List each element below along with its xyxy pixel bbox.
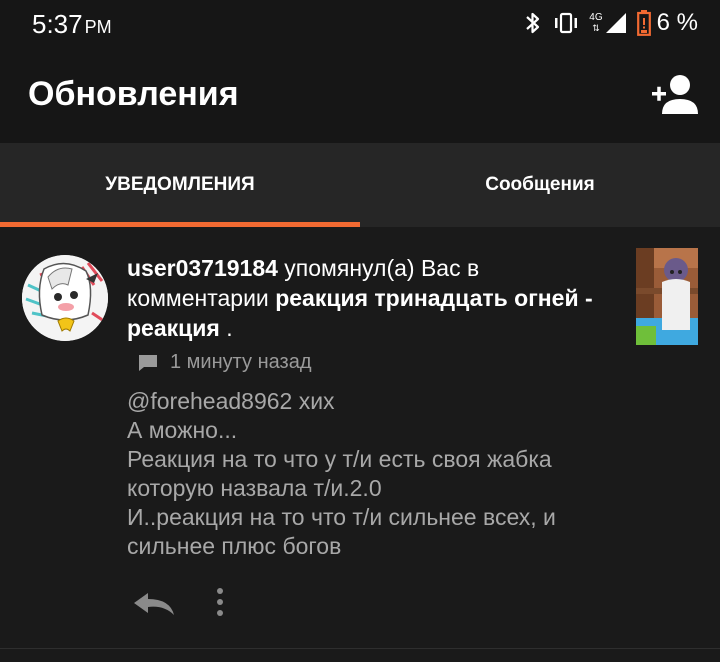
status-icons: 4G ⇅ 6 %	[525, 8, 698, 38]
more-options-button[interactable]	[208, 585, 232, 621]
comment-line: И..реакция на то что т/и сильнее всех, и	[127, 504, 556, 530]
add-user-icon	[652, 75, 698, 114]
battery-icon	[636, 10, 651, 36]
comment-line: сильнее плюс богов	[127, 533, 342, 559]
avatar[interactable]	[22, 255, 108, 341]
tab-bar: УВЕДОМЛЕНИЯ Сообщения	[0, 143, 720, 227]
comment-line: Реакция на то что у т/и есть своя жабка	[127, 446, 552, 472]
comment-line: @forehead8962 хих	[127, 388, 335, 414]
status-time: 5:37 PM	[32, 9, 112, 39]
vibrate-icon	[553, 12, 579, 34]
time-label: 1 минуту назад	[170, 351, 312, 373]
tab-notifications[interactable]: УВЕДОМЛЕНИЯ	[0, 143, 360, 227]
tab-messages[interactable]: Сообщения	[360, 143, 720, 227]
page-title: Обновления	[28, 75, 239, 113]
next-item-stub	[0, 649, 720, 662]
reply-icon	[134, 593, 174, 615]
bluetooth-icon	[525, 11, 541, 35]
more-vertical-icon	[217, 588, 223, 616]
comment-line: А можно...	[127, 417, 238, 443]
username-link[interactable]: user03719184	[127, 255, 278, 281]
notification-time: 1 минуту назад	[138, 351, 312, 374]
add-user-button[interactable]	[650, 72, 700, 116]
signal-icon	[605, 12, 627, 34]
network-type: 4G ⇅	[589, 12, 603, 34]
comment-body: @forehead8962 хих А можно... Реакция на …	[127, 387, 647, 561]
reply-button[interactable]	[132, 589, 176, 619]
notification-suffix: .	[219, 315, 233, 341]
comment-icon	[138, 354, 158, 372]
battery-percent: 6 %	[656, 9, 698, 36]
notification-item[interactable]: user03719184 упомянул(а) Вас в комментар…	[0, 227, 720, 647]
status-bar: 5:37 PM 4G ⇅ 6 %	[0, 0, 720, 48]
notification-text[interactable]: user03719184 упомянул(а) Вас в комментар…	[127, 253, 617, 343]
comment-line: которую назвала т/и.2.0	[127, 475, 382, 501]
app-bar: Обновления	[0, 48, 720, 143]
post-thumbnail[interactable]	[636, 248, 698, 345]
